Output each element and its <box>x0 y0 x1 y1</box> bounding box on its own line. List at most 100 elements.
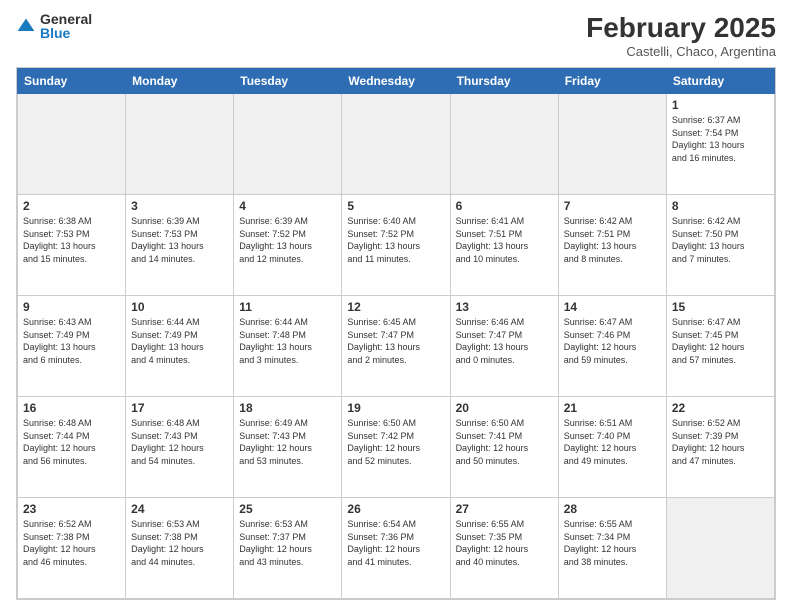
day-info: Sunrise: 6:44 AM Sunset: 7:48 PM Dayligh… <box>239 316 336 366</box>
day-cell: 18 Sunrise: 6:49 AM Sunset: 7:43 PM Dayli… <box>234 397 342 498</box>
page: General Blue February 2025 Castelli, Cha… <box>0 0 792 612</box>
day-cell: 11Sunrise: 6:44 AM Sunset: 7:48 PM Dayli… <box>234 296 342 397</box>
day-cell: 3 Sunrise: 6:39 AM Sunset: 7:53 PM Daylig… <box>126 195 234 296</box>
location: Castelli, Chaco, Argentina <box>586 44 776 59</box>
day-info: Sunrise: 6:44 AM Sunset: 7:49 PM Dayligh… <box>131 316 228 366</box>
day-info: Sunrise: 6:40 AM Sunset: 7:52 PM Dayligh… <box>347 215 444 265</box>
day-cell: 19Sunrise: 6:50 AM Sunset: 7:42 PM Dayli… <box>342 397 450 498</box>
day-info: Sunrise: 6:55 AM Sunset: 7:35 PM Dayligh… <box>456 518 553 568</box>
day-cell <box>450 94 558 195</box>
day-info: Sunrise: 6:49 AM Sunset: 7:43 PM Dayligh… <box>239 417 336 467</box>
calendar: Sunday Monday Tuesday Wednesday Thursday… <box>16 67 776 600</box>
day-info: Sunrise: 6:52 AM Sunset: 7:38 PM Dayligh… <box>23 518 120 568</box>
day-info: Sunrise: 6:48 AM Sunset: 7:43 PM Dayligh… <box>131 417 228 467</box>
day-number: 9 <box>23 300 120 314</box>
day-cell <box>126 94 234 195</box>
header-sunday: Sunday <box>18 69 126 94</box>
day-info: Sunrise: 6:50 AM Sunset: 7:42 PM Dayligh… <box>347 417 444 467</box>
day-number: 8 <box>672 199 769 213</box>
day-info: Sunrise: 6:50 AM Sunset: 7:41 PM Dayligh… <box>456 417 553 467</box>
day-number: 5 <box>347 199 444 213</box>
logo-general: General <box>40 12 92 26</box>
header-saturday: Saturday <box>666 69 774 94</box>
day-number: 24 <box>131 502 228 516</box>
week-row-0: 1 Sunrise: 6:37 AM Sunset: 7:54 PM Daylig… <box>18 94 775 195</box>
day-cell: 20 Sunrise: 6:50 AM Sunset: 7:41 PM Dayli… <box>450 397 558 498</box>
day-cell <box>342 94 450 195</box>
day-info: Sunrise: 6:42 AM Sunset: 7:51 PM Dayligh… <box>564 215 661 265</box>
day-number: 10 <box>131 300 228 314</box>
day-number: 18 <box>239 401 336 415</box>
week-row-3: 16Sunrise: 6:48 AM Sunset: 7:44 PM Dayli… <box>18 397 775 498</box>
day-cell: 7 Sunrise: 6:42 AM Sunset: 7:51 PM Daylig… <box>558 195 666 296</box>
day-info: Sunrise: 6:39 AM Sunset: 7:52 PM Dayligh… <box>239 215 336 265</box>
day-cell: 5 Sunrise: 6:40 AM Sunset: 7:52 PM Daylig… <box>342 195 450 296</box>
day-cell: 14 Sunrise: 6:47 AM Sunset: 7:46 PM Dayli… <box>558 296 666 397</box>
day-cell: 6 Sunrise: 6:41 AM Sunset: 7:51 PM Daylig… <box>450 195 558 296</box>
day-cell: 16Sunrise: 6:48 AM Sunset: 7:44 PM Dayli… <box>18 397 126 498</box>
day-number: 23 <box>23 502 120 516</box>
day-number: 27 <box>456 502 553 516</box>
day-cell: 10 Sunrise: 6:44 AM Sunset: 7:49 PM Dayli… <box>126 296 234 397</box>
day-number: 16 <box>23 401 120 415</box>
day-info: Sunrise: 6:37 AM Sunset: 7:54 PM Dayligh… <box>672 114 769 164</box>
day-info: Sunrise: 6:38 AM Sunset: 7:53 PM Dayligh… <box>23 215 120 265</box>
day-cell: 23 Sunrise: 6:52 AM Sunset: 7:38 PM Dayli… <box>18 498 126 599</box>
day-info: Sunrise: 6:55 AM Sunset: 7:34 PM Dayligh… <box>564 518 661 568</box>
month-title: February 2025 <box>586 12 776 44</box>
day-number: 2 <box>23 199 120 213</box>
day-cell <box>666 498 774 599</box>
day-cell: 1 Sunrise: 6:37 AM Sunset: 7:54 PM Daylig… <box>666 94 774 195</box>
day-number: 20 <box>456 401 553 415</box>
day-number: 4 <box>239 199 336 213</box>
day-cell <box>18 94 126 195</box>
day-info: Sunrise: 6:51 AM Sunset: 7:40 PM Dayligh… <box>564 417 661 467</box>
header: General Blue February 2025 Castelli, Cha… <box>16 12 776 59</box>
day-number: 6 <box>456 199 553 213</box>
logo: General Blue <box>16 12 92 40</box>
day-cell: 4 Sunrise: 6:39 AM Sunset: 7:52 PM Daylig… <box>234 195 342 296</box>
day-cell: 27 Sunrise: 6:55 AM Sunset: 7:35 PM Dayli… <box>450 498 558 599</box>
day-info: Sunrise: 6:41 AM Sunset: 7:51 PM Dayligh… <box>456 215 553 265</box>
logo-text: General Blue <box>40 12 92 40</box>
header-tuesday: Tuesday <box>234 69 342 94</box>
day-cell: 8 Sunrise: 6:42 AM Sunset: 7:50 PM Daylig… <box>666 195 774 296</box>
header-monday: Monday <box>126 69 234 94</box>
header-row: Sunday Monday Tuesday Wednesday Thursday… <box>18 69 775 94</box>
day-cell: 22Sunrise: 6:52 AM Sunset: 7:39 PM Dayli… <box>666 397 774 498</box>
logo-icon <box>16 16 36 36</box>
day-info: Sunrise: 6:47 AM Sunset: 7:45 PM Dayligh… <box>672 316 769 366</box>
day-info: Sunrise: 6:39 AM Sunset: 7:53 PM Dayligh… <box>131 215 228 265</box>
day-cell: 17 Sunrise: 6:48 AM Sunset: 7:43 PM Dayli… <box>126 397 234 498</box>
day-number: 1 <box>672 98 769 112</box>
day-number: 21 <box>564 401 661 415</box>
day-info: Sunrise: 6:47 AM Sunset: 7:46 PM Dayligh… <box>564 316 661 366</box>
title-area: February 2025 Castelli, Chaco, Argentina <box>586 12 776 59</box>
day-number: 17 <box>131 401 228 415</box>
day-info: Sunrise: 6:45 AM Sunset: 7:47 PM Dayligh… <box>347 316 444 366</box>
day-info: Sunrise: 6:53 AM Sunset: 7:37 PM Dayligh… <box>239 518 336 568</box>
header-friday: Friday <box>558 69 666 94</box>
day-number: 14 <box>564 300 661 314</box>
day-number: 25 <box>239 502 336 516</box>
day-info: Sunrise: 6:43 AM Sunset: 7:49 PM Dayligh… <box>23 316 120 366</box>
day-cell: 28 Sunrise: 6:55 AM Sunset: 7:34 PM Dayli… <box>558 498 666 599</box>
day-cell: 21 Sunrise: 6:51 AM Sunset: 7:40 PM Dayli… <box>558 397 666 498</box>
day-cell: 24 Sunrise: 6:53 AM Sunset: 7:38 PM Dayli… <box>126 498 234 599</box>
day-number: 7 <box>564 199 661 213</box>
week-row-4: 23 Sunrise: 6:52 AM Sunset: 7:38 PM Dayli… <box>18 498 775 599</box>
day-number: 22 <box>672 401 769 415</box>
day-cell <box>234 94 342 195</box>
day-number: 3 <box>131 199 228 213</box>
day-cell: 15 Sunrise: 6:47 AM Sunset: 7:45 PM Dayli… <box>666 296 774 397</box>
day-info: Sunrise: 6:53 AM Sunset: 7:38 PM Dayligh… <box>131 518 228 568</box>
day-info: Sunrise: 6:42 AM Sunset: 7:50 PM Dayligh… <box>672 215 769 265</box>
logo-blue: Blue <box>40 26 92 40</box>
day-cell: 2 Sunrise: 6:38 AM Sunset: 7:53 PM Daylig… <box>18 195 126 296</box>
day-number: 15 <box>672 300 769 314</box>
week-row-2: 9 Sunrise: 6:43 AM Sunset: 7:49 PM Daylig… <box>18 296 775 397</box>
header-thursday: Thursday <box>450 69 558 94</box>
day-number: 28 <box>564 502 661 516</box>
week-row-1: 2 Sunrise: 6:38 AM Sunset: 7:53 PM Daylig… <box>18 195 775 296</box>
day-cell: 26Sunrise: 6:54 AM Sunset: 7:36 PM Dayli… <box>342 498 450 599</box>
